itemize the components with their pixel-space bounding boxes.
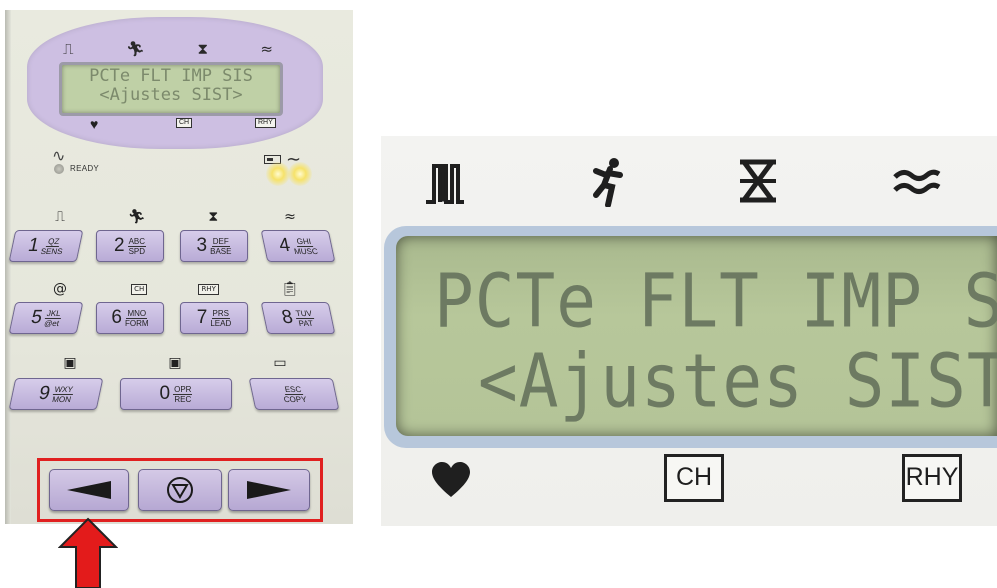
key-7[interactable]: 7 PRS LEAD — [180, 302, 248, 334]
stop-triangle-icon — [167, 477, 193, 503]
monitor-icon: ▣ — [63, 355, 77, 371]
ecg-record-icon: ▣ — [168, 355, 182, 371]
ch-icon: CH — [131, 283, 148, 295]
ch-label-large: CH — [664, 454, 724, 502]
right-arrow-key[interactable] — [228, 469, 310, 511]
device-edge — [5, 10, 11, 524]
left-arrow-key[interactable] — [49, 469, 129, 511]
rhy-label-large: RHY — [902, 454, 962, 502]
key-0[interactable]: 0 OPR REC — [120, 378, 232, 410]
key-6[interactable]: 6 MNO FORM — [96, 302, 164, 334]
key-8[interactable]: 8 TUV PAT — [260, 302, 336, 334]
heart-icon — [432, 462, 470, 497]
key-row-icons-2: @ CH RHY 📋︎ — [40, 280, 310, 298]
left-arrow-icon — [67, 481, 111, 499]
right-arrow-icon — [247, 481, 291, 499]
ch-label: CH — [176, 118, 193, 128]
ready-label: READY — [70, 164, 100, 173]
key-1[interactable]: 1 QZ SENS — [8, 230, 84, 262]
lcd-line-1-large: PCTe FLT IMP SIS — [434, 258, 997, 345]
rhy-label: RHY — [255, 118, 276, 128]
lcd-line-2: <Ajustes SIST> — [99, 85, 243, 105]
running-person-icon — [593, 158, 623, 207]
lcd-display-small: PCTe FLT IMP SIS <Ajustes SIST> — [59, 62, 283, 116]
key-5[interactable]: 5 JKL @et — [8, 302, 84, 334]
stop-key[interactable] — [138, 469, 222, 511]
at-icon: @ — [53, 281, 67, 297]
key-row-icons-3: ▣ ▣ ▭ — [50, 354, 300, 372]
motion-icon: 🏃︎ — [127, 209, 146, 225]
battery-led — [266, 162, 290, 186]
heart-icon: ♥ — [90, 116, 99, 132]
rhy-icon: RHY — [198, 283, 219, 295]
ac-led — [288, 162, 312, 186]
key-row-icons-1: ⎍ 🏃︎ ⧗ ≈ — [40, 208, 310, 226]
mode-icons-small: ⎍ 🏃︎ ⧗ ≈ — [63, 37, 273, 61]
lcd-bottom-labels-small: ♥ CH RHY — [90, 116, 276, 132]
ready-indicator: ∿ READY — [46, 146, 126, 180]
key-3[interactable]: 3 DEF BASE — [180, 230, 248, 262]
wave-icon — [893, 169, 941, 194]
lcd-display-large: PCTe FLT IMP SIS <Ajustes SIST> — [396, 236, 997, 436]
key-2[interactable]: 2 ABC SPD — [96, 230, 164, 262]
wave-icon: ≈ — [260, 40, 273, 58]
hourglass-icon — [740, 159, 776, 203]
ecg-wave-icon: ∿ — [52, 146, 66, 165]
hourglass-icon: ⧗ — [197, 40, 208, 58]
pacing-icon: ⎍ — [55, 209, 65, 225]
copy-icon: ▭ — [273, 355, 287, 371]
pacing-icon — [426, 164, 464, 204]
hourglass-icon: ⧗ — [208, 209, 219, 225]
wave-icon: ≈ — [284, 209, 296, 225]
ready-led — [54, 164, 64, 174]
key-4[interactable]: 4 GHI MUSC — [260, 230, 336, 262]
clipboard-icon: 📋︎ — [281, 281, 299, 297]
red-up-arrow-icon — [58, 517, 118, 588]
power-indicator: ∼ — [262, 149, 322, 186]
lcd-line-2-large: <Ajustes SIST> — [478, 338, 997, 425]
motion-icon: 🏃︎ — [125, 40, 145, 58]
esc-copy-key[interactable]: ESC COPY — [248, 378, 340, 410]
lcd-line-1: PCTe FLT IMP SIS — [89, 66, 253, 86]
key-9[interactable]: 9 WXY MON — [8, 378, 104, 410]
pacing-icon: ⎍ — [63, 40, 74, 58]
